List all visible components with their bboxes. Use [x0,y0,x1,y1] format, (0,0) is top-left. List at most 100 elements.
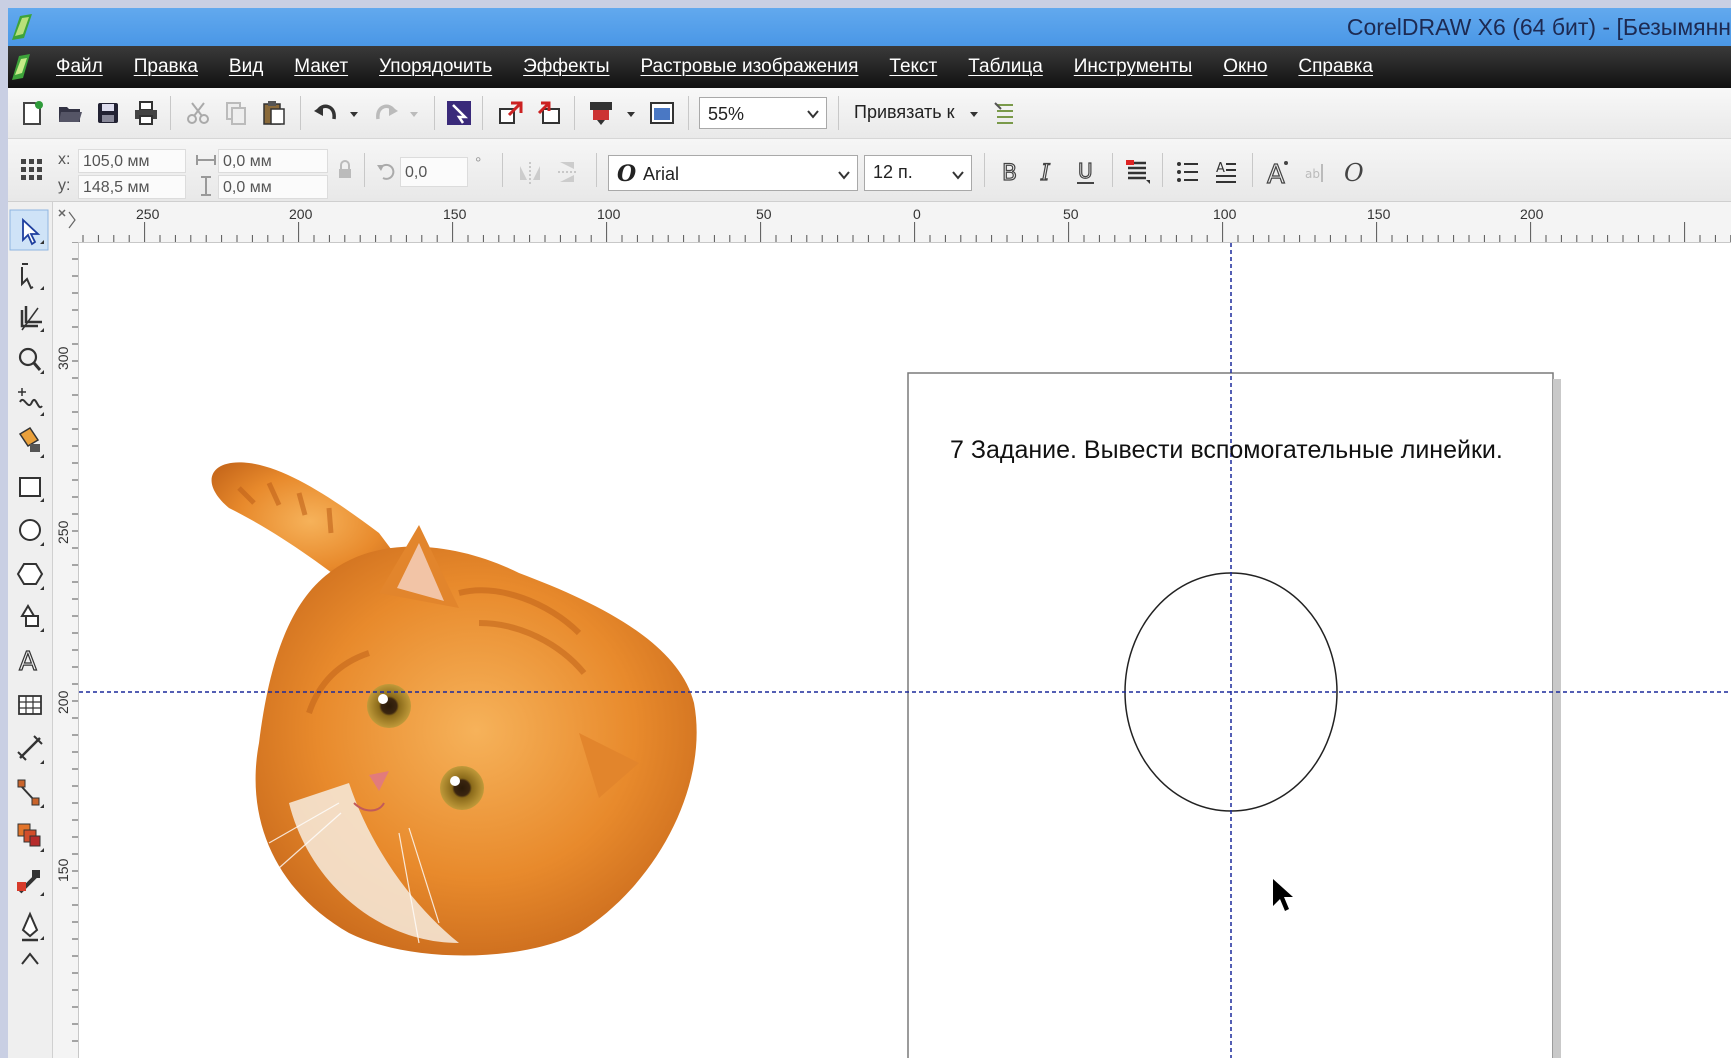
chevron-down-icon[interactable] [804,98,822,128]
snap-to-button[interactable]: Привязать к [854,102,954,123]
font-list-combo[interactable]: O Arial [608,155,858,191]
opentype-features-icon[interactable]: O [1340,158,1368,186]
copy-icon[interactable] [222,99,250,127]
rectangle-tool-icon[interactable] [19,477,44,502]
font-size-combo[interactable]: 12 п. [864,155,972,191]
document-page[interactable] [907,372,1561,1058]
dimension-tool-icon[interactable] [17,735,44,764]
search-content-icon[interactable] [445,99,473,127]
export-icon[interactable] [535,99,563,127]
mirror-vertical-icon[interactable] [554,158,582,186]
ruler-label: 50 [756,206,772,222]
height-field[interactable]: 0,0 мм [218,175,328,199]
drop-cap-icon[interactable]: A [1212,158,1240,186]
ruler-label: 50 [1063,206,1079,222]
table-tool-icon[interactable] [18,695,42,715]
blend-tool-icon[interactable] [17,823,44,852]
horizontal-ruler[interactable]: 250 200 150 100 50 0 50 100 150 200 [53,202,1731,243]
cut-icon[interactable] [184,99,212,127]
document-menu-icon[interactable] [10,52,32,82]
ruler-origin-icon[interactable] [58,209,76,229]
menu-view[interactable]: Вид [229,56,263,78]
rotation-field[interactable]: 0,0 [400,157,468,187]
svg-text:O: O [1344,159,1364,186]
window-title: CorelDRAW X6 (64 бит) - [Безымянн [1346,14,1731,40]
title-bar: CorelDRAW X6 (64 бит) - [Безымянн [8,8,1731,46]
bullet-list-icon[interactable] [1174,158,1202,186]
fill-tool-icon[interactable] [21,952,39,965]
ruler-label: 200 [1520,206,1544,222]
menu-text[interactable]: Текст [889,56,937,78]
lock-ratio-icon[interactable] [334,159,356,181]
application-launcher-icon[interactable] [648,99,676,127]
chevron-down-icon[interactable] [835,159,853,189]
paste-icon[interactable] [260,99,288,127]
snap-dropdown-icon[interactable] [960,99,988,127]
text-tool-icon[interactable]: A [18,646,37,677]
options-icon[interactable] [991,99,1019,127]
toolbar-separator [434,96,435,130]
save-icon[interactable] [94,99,122,127]
task-instruction-text[interactable]: 7 Задание. Вывести вспомогательные линей… [950,436,1503,465]
menu-table[interactable]: Таблица [968,56,1043,78]
opentype-font-icon: O [617,161,637,187]
publish-pdf-icon[interactable] [587,99,615,127]
redo-dropdown-icon[interactable] [400,99,428,127]
text-properties-icon[interactable]: A [1264,158,1292,186]
menu-help[interactable]: Справка [1298,56,1373,78]
smart-fill-icon[interactable] [18,426,44,458]
width-icon [196,155,216,165]
y-label: y: [58,177,71,194]
connector-tool-icon[interactable] [17,779,44,808]
menu-tools[interactable]: Инструменты [1074,56,1192,78]
y-position-field[interactable]: 148,5 мм [78,175,186,199]
chevron-down-icon[interactable] [949,159,967,189]
freehand-tool-icon[interactable] [18,388,44,416]
shape-tool-icon[interactable] [21,263,44,290]
ruler-label: 250 [55,520,71,544]
menu-window[interactable]: Окно [1223,56,1267,78]
crop-tool-icon[interactable] [20,306,44,332]
bold-icon[interactable]: B [996,158,1024,186]
object-origin-icon[interactable] [18,156,46,184]
basic-shapes-icon[interactable] [20,604,44,632]
new-document-icon[interactable] [18,99,46,127]
rotation-icon [377,163,395,180]
import-icon[interactable] [497,99,525,127]
standard-toolbar: 55% Привязать к [8,88,1731,139]
open-folder-icon[interactable] [56,99,84,127]
svg-text:A: A [1216,161,1225,176]
text-alignment-icon[interactable] [1124,158,1152,186]
menu-arrange[interactable]: Упорядочить [379,56,492,78]
polygon-tool-icon[interactable] [16,563,44,590]
svg-text:ab: ab [1305,167,1320,181]
ellipse-tool-icon[interactable] [19,519,44,546]
zoom-tool-icon[interactable] [18,347,44,374]
menu-layout[interactable]: Макет [294,56,348,78]
redo-icon[interactable] [372,99,400,127]
menu-bitmaps[interactable]: Растровые изображения [641,56,859,78]
menu-edit[interactable]: Правка [134,56,198,78]
print-icon[interactable] [132,99,160,127]
zoom-level-combo[interactable]: 55% [699,97,827,129]
toolbar-separator [482,96,483,130]
menu-effects[interactable]: Эффекты [523,56,609,78]
cat-image[interactable] [211,462,697,956]
mirror-horizontal-icon[interactable] [516,158,544,186]
ruler-label: 100 [597,206,621,222]
vertical-ruler[interactable]: 300 250 200 150 [53,241,79,1058]
width-field[interactable]: 0,0 мм [218,149,328,173]
underline-icon[interactable]: U [1072,158,1100,186]
zoom-level-value: 55% [708,104,745,124]
italic-icon[interactable]: I [1034,158,1062,186]
ruler-label: 150 [443,206,467,222]
eyedropper-tool-icon[interactable] [17,870,44,896]
undo-dropdown-icon[interactable] [340,99,368,127]
edit-text-icon[interactable]: ab [1302,158,1330,186]
publish-dropdown-icon[interactable] [617,99,645,127]
menu-file[interactable]: Файл [56,56,103,78]
drawing-canvas[interactable]: 7 Задание. Вывести вспомогательные линей… [79,243,1731,1058]
x-position-field[interactable]: 105,0 мм [78,149,186,173]
outline-pen-icon[interactable] [21,911,44,942]
undo-icon[interactable] [312,99,340,127]
